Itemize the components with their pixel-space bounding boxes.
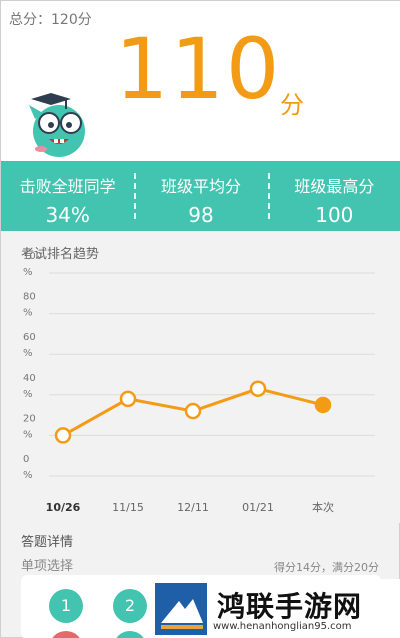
y-tick-unit: % bbox=[23, 389, 33, 400]
stat-class-highest: 班级最高分 100 bbox=[267, 161, 400, 231]
ranking-trend-card: 考试排名趋势 100% 80% 60% 40% 20% 0% 10/26 11/15 12/11… bbox=[1, 231, 400, 523]
data-point[interactable] bbox=[119, 390, 137, 408]
data-point[interactable] bbox=[54, 427, 72, 444]
data-point[interactable] bbox=[184, 402, 202, 420]
y-tick-unit: % bbox=[23, 429, 33, 440]
score-unit: 分 bbox=[280, 91, 304, 119]
watermark: 鸿联手游网 www.henanhonglian95.com bbox=[151, 579, 400, 638]
screen: 总分：120分 110 分 击败全班同学 34% 班级平均分 98 班级最高分 … bbox=[0, 0, 400, 638]
score-panel: 总分：120分 110 分 bbox=[1, 1, 400, 161]
section-name: 单项选择 bbox=[21, 559, 74, 574]
x-tick-label: 12/11 bbox=[177, 501, 209, 514]
stat-value: 34% bbox=[45, 203, 90, 227]
watermark-name: 鸿联手游网 bbox=[217, 590, 363, 623]
question-button[interactable] bbox=[49, 631, 83, 638]
x-tick-label: 11/15 bbox=[112, 501, 144, 514]
x-tick-label: 本次 bbox=[312, 500, 334, 514]
score-value: 110 bbox=[115, 20, 282, 118]
question-2-button[interactable]: 2 bbox=[113, 589, 147, 623]
total-score-label: 总分：120分 bbox=[9, 12, 92, 28]
y-tick-label: 60 bbox=[23, 332, 36, 343]
y-tick-label: 80 bbox=[23, 292, 36, 303]
y-tick-unit: % bbox=[23, 470, 33, 481]
stat-beat-classmates: 击败全班同学 34% bbox=[1, 161, 134, 231]
stat-label: 班级平均分 bbox=[160, 177, 241, 196]
current-point[interactable] bbox=[314, 396, 332, 414]
watermark-url: www.henanhonglian95.com bbox=[213, 621, 352, 632]
section-score: 得分14分，满分20分 bbox=[274, 561, 379, 574]
stat-label: 班级最高分 bbox=[294, 177, 375, 196]
stats-bar: 击败全班同学 34% 班级平均分 98 班级最高分 100 bbox=[1, 161, 400, 231]
y-tick-unit: % bbox=[23, 348, 33, 359]
x-tick-label: 01/21 bbox=[242, 501, 274, 514]
watermark-logo-icon bbox=[155, 583, 207, 635]
data-point[interactable] bbox=[249, 380, 267, 397]
y-tick-label: 100 bbox=[23, 251, 42, 262]
x-tick-label: 10/26 bbox=[46, 501, 81, 514]
ranking-trend-chart: 100% 80% 60% 40% 20% 0% 10/26 11/15 12/11 01/21 本次 bbox=[23, 251, 375, 514]
y-tick-unit: % bbox=[23, 267, 33, 278]
stat-value: 100 bbox=[315, 203, 354, 227]
stat-class-average: 班级平均分 98 bbox=[134, 161, 267, 231]
question-button[interactable] bbox=[113, 631, 147, 638]
question-1-button[interactable]: 1 bbox=[49, 589, 83, 623]
owl-mascot-icon bbox=[29, 93, 85, 157]
details-title: 答题详情 bbox=[21, 535, 74, 550]
y-tick-unit: % bbox=[23, 308, 33, 319]
stat-value: 98 bbox=[188, 203, 214, 227]
y-tick-label: 20 bbox=[23, 413, 36, 424]
y-tick-label: 0 bbox=[23, 454, 29, 465]
y-tick-label: 40 bbox=[23, 373, 36, 384]
stat-label: 击败全班同学 bbox=[19, 177, 116, 196]
